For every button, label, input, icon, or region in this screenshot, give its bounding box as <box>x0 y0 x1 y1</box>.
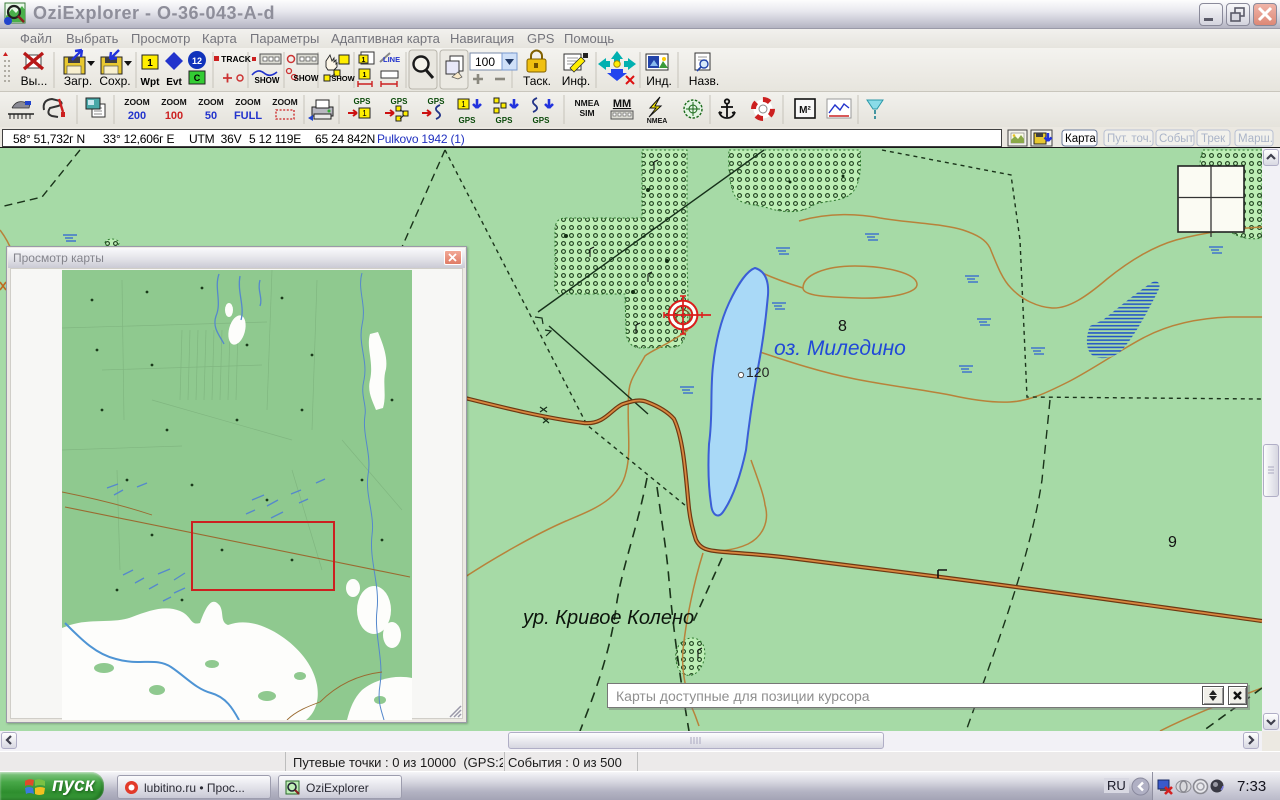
svg-text:SIM: SIM <box>579 108 594 118</box>
svg-text:M²: M² <box>799 105 811 116</box>
svg-text:ZOOM: ZOOM <box>124 97 150 107</box>
svg-text:MM: MM <box>613 98 631 110</box>
svg-text:GPS: GPS <box>391 97 409 106</box>
svg-text:GPS: GPS <box>533 116 551 125</box>
svg-text:Событ: Событ <box>1159 133 1195 145</box>
svg-text:1: 1 <box>461 100 466 109</box>
svg-text:50: 50 <box>205 110 217 122</box>
svg-text:Загр.: Загр. <box>64 74 92 88</box>
svg-text:100: 100 <box>165 110 183 122</box>
svg-text:1: 1 <box>362 57 366 64</box>
svg-text:FULL: FULL <box>234 110 262 122</box>
svg-text:9: 9 <box>1168 534 1177 551</box>
svg-text:LINE: LINE <box>383 55 400 64</box>
svg-text:Назв.: Назв. <box>689 74 719 88</box>
svg-text:NMEA: NMEA <box>647 118 668 125</box>
svg-text:Сохр.: Сохр. <box>99 74 130 88</box>
svg-text:120: 120 <box>746 364 770 380</box>
svg-text:ур. Кривое Колено: ур. Кривое Колено <box>521 607 694 629</box>
svg-text:SHOW: SHOW <box>294 74 319 83</box>
svg-text:8: 8 <box>838 318 847 335</box>
svg-text:SHOW: SHOW <box>255 76 280 85</box>
svg-text:Инд.: Инд. <box>646 74 672 88</box>
svg-text:GPS: GPS <box>428 97 446 106</box>
svg-text:Evt: Evt <box>166 77 182 88</box>
svg-text:Вы...: Вы... <box>21 74 48 88</box>
svg-text:C: C <box>194 73 201 83</box>
svg-text:оз. Миледино: оз. Миледино <box>774 337 906 360</box>
svg-text:Трек: Трек <box>1201 133 1226 145</box>
svg-text:SHOW: SHOW <box>331 74 355 83</box>
svg-text:ZOOM: ZOOM <box>272 97 298 107</box>
svg-text:GPS: GPS <box>496 116 514 125</box>
svg-text:TRACK: TRACK <box>221 54 252 64</box>
svg-text:ZOOM: ZOOM <box>235 97 261 107</box>
svg-text:Wpt: Wpt <box>141 77 161 88</box>
svg-text:Марш.: Марш. <box>1238 133 1273 145</box>
svg-text:NMEA: NMEA <box>574 98 599 108</box>
svg-text:1: 1 <box>363 72 367 79</box>
svg-text:GPS: GPS <box>459 116 477 125</box>
svg-text:ZOOM: ZOOM <box>198 97 224 107</box>
svg-text:Инф.: Инф. <box>562 74 590 88</box>
svg-text:ZOOM: ZOOM <box>161 97 187 107</box>
svg-text:200: 200 <box>128 110 146 122</box>
svg-text:GPS: GPS <box>354 97 372 106</box>
svg-text:Карта: Карта <box>1065 133 1096 145</box>
svg-text:1: 1 <box>147 58 153 69</box>
svg-text:12: 12 <box>192 56 202 66</box>
svg-text:100: 100 <box>475 55 495 69</box>
svg-text:1: 1 <box>362 109 367 118</box>
svg-text:Пут. точ.: Пут. точ. <box>1107 133 1152 145</box>
svg-text:Таск.: Таск. <box>523 74 551 88</box>
